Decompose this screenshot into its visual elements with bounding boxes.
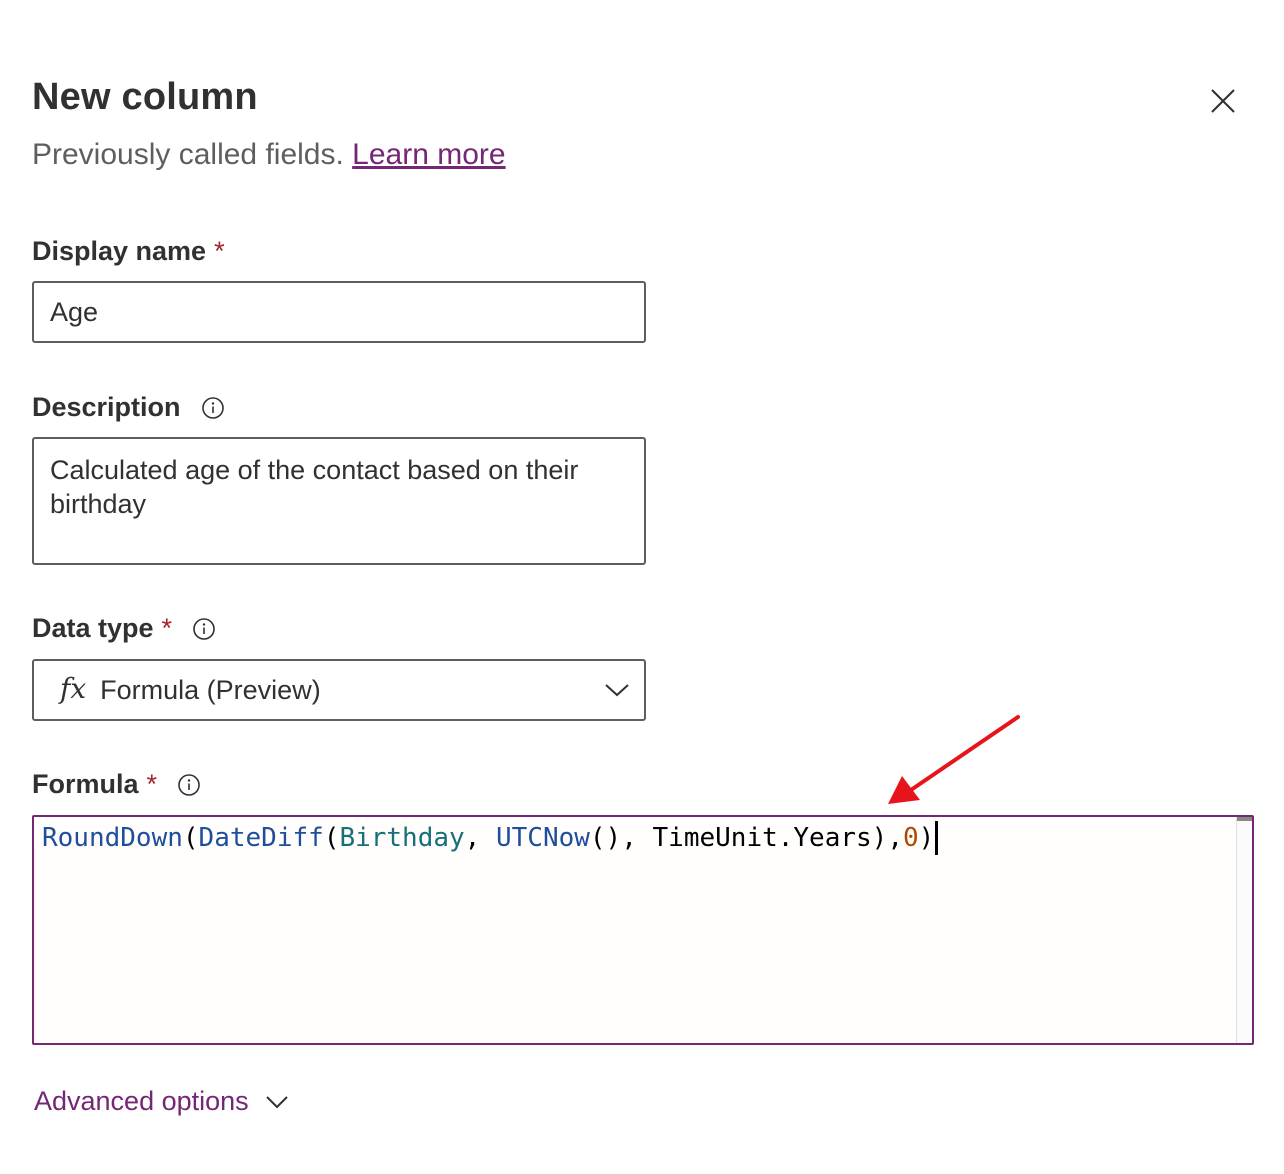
formula-code: RoundDown(DateDiff(Birthday, UTCNow(), T… [42,821,939,855]
token-number: 0 [902,823,919,853]
learn-more-link[interactable]: Learn more [352,138,505,171]
panel-subtitle: Previously called fields. Learn more [32,138,506,172]
required-mark: * [161,613,173,643]
token-function: RoundDown [42,823,183,853]
required-mark: * [146,769,158,799]
info-icon[interactable] [201,396,225,420]
formula-label-text: Formula [32,769,139,799]
annotation-arrow-icon [888,715,1020,804]
description-label: Description [32,392,225,423]
display-name-value: Age [50,296,99,327]
display-name-label: Display name * [32,236,225,267]
advanced-options-toggle[interactable]: Advanced options [34,1086,289,1117]
fx-icon: fx [60,671,87,705]
chevron-down-icon [265,1095,288,1108]
token-function: UTCNow [495,823,590,853]
formula-scrollbar[interactable] [1236,817,1252,1043]
formula-label: Formula * [32,769,201,800]
data-type-label: Data type * [32,613,216,644]
token-function: DateDiff [198,823,324,853]
display-name-label-text: Display name [32,236,207,266]
token-punct: ( [323,823,340,853]
token-punct: , [464,823,496,853]
data-type-label-text: Data type [32,613,154,643]
new-column-panel: New column Previously called fields. Lea… [0,0,1284,1174]
description-textarea[interactable]: Calculated age of the contact based on t… [32,437,646,565]
info-icon[interactable] [177,773,201,797]
token-punct: ) [918,823,935,853]
formula-editor[interactable]: RoundDown(DateDiff(Birthday, UTCNow(), T… [32,815,1254,1045]
close-icon [1211,89,1235,113]
text-caret [935,821,939,855]
advanced-options-label: Advanced options [34,1086,249,1116]
data-type-selected: Formula (Preview) [100,674,321,705]
chevron-down-icon [605,684,629,697]
token-plain: (), TimeUnit.Years), [589,823,903,853]
token-punct: ( [182,823,199,853]
close-button[interactable] [1204,82,1242,120]
token-field: Birthday [339,823,465,853]
data-type-dropdown[interactable]: fx Formula (Preview) [32,659,646,721]
description-label-text: Description [32,392,181,422]
display-name-input[interactable]: Age [32,281,646,343]
description-value: Calculated age of the contact based on t… [50,455,579,519]
subtitle-text: Previously called fields. [32,138,353,171]
panel-title: New column [32,76,258,118]
info-icon[interactable] [192,617,216,641]
required-mark: * [214,236,225,266]
